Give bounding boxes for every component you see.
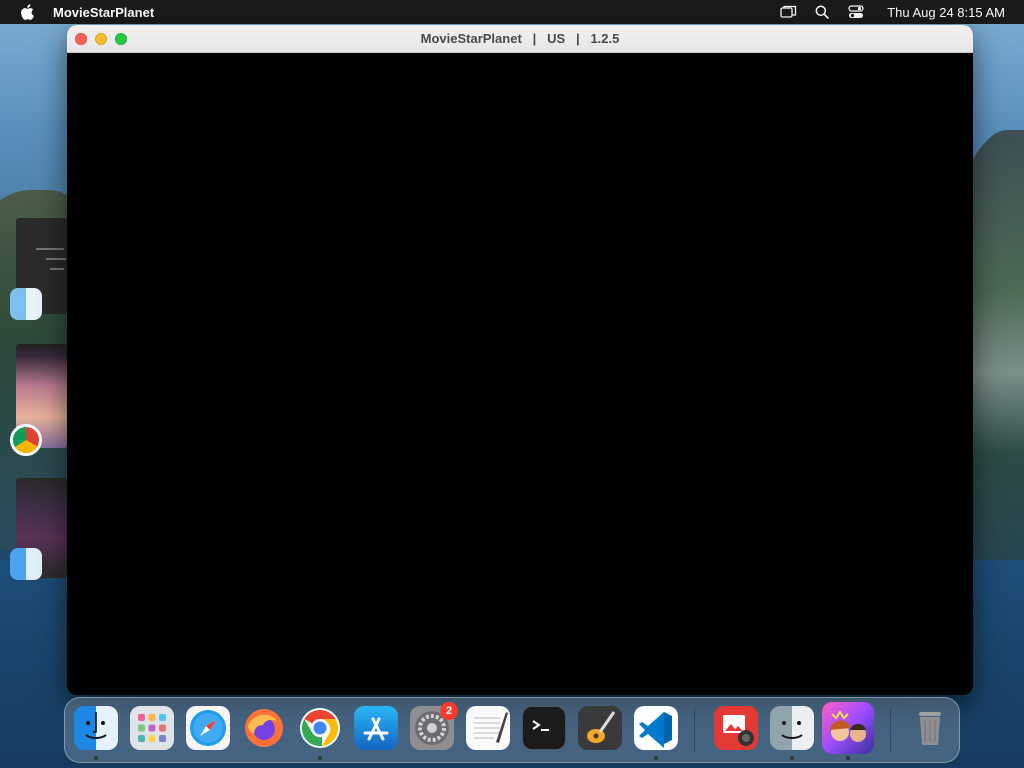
vscode-icon[interactable] <box>634 706 678 750</box>
dock-separator <box>890 708 891 752</box>
chrome-icon <box>10 424 42 456</box>
traffic-lights <box>75 32 127 45</box>
game-content-area[interactable] <box>67 53 973 695</box>
moviestarplanet-icon[interactable] <box>822 702 874 754</box>
running-indicator <box>654 756 658 760</box>
running-indicator <box>318 756 322 760</box>
stage-manager-group-1[interactable] <box>10 218 67 320</box>
firefox-icon[interactable] <box>242 706 286 750</box>
launchpad-icon[interactable] <box>130 706 174 750</box>
finder-icon[interactable] <box>74 706 118 750</box>
menubar-clock[interactable]: Thu Aug 24 8:15 AM <box>887 5 1005 20</box>
screen-mirroring-icon[interactable] <box>779 3 797 21</box>
safari-icon[interactable] <box>186 706 230 750</box>
active-app-name[interactable]: MovieStarPlanet <box>53 5 154 20</box>
control-center-icon[interactable] <box>847 3 865 21</box>
garageband-icon[interactable] <box>578 706 622 750</box>
stage-manager-group-3[interactable] <box>10 478 67 588</box>
system-preferences-icon[interactable]: 2 <box>410 702 458 750</box>
terminal-icon[interactable] <box>522 706 566 750</box>
apple-icon[interactable] <box>18 3 36 21</box>
running-indicator <box>790 756 794 760</box>
trash-icon[interactable] <box>908 706 952 750</box>
window-titlebar[interactable]: MovieStarPlanet | US | 1.2.5 <box>67 25 973 53</box>
notification-badge: 2 <box>440 702 458 720</box>
finder-icon <box>10 288 42 320</box>
photo-booth-icon[interactable] <box>714 706 758 750</box>
running-indicator <box>94 756 98 760</box>
menu-bar: MovieStarPlanet Thu Aug 24 8:15 AM <box>0 0 1024 24</box>
chrome-icon[interactable] <box>298 706 342 750</box>
minimize-button[interactable] <box>95 32 107 45</box>
running-indicator <box>846 756 850 760</box>
zoom-button[interactable] <box>115 32 127 45</box>
stage-manager-group-2[interactable] <box>10 344 67 456</box>
finder-icon[interactable] <box>770 706 814 750</box>
moviestarplanet-window[interactable]: MovieStarPlanet | US | 1.2.5 <box>67 25 973 695</box>
spotlight-search-icon[interactable] <box>813 3 831 21</box>
close-button[interactable] <box>75 32 87 45</box>
dock-separator <box>694 708 695 752</box>
dock: 2 <box>64 697 960 763</box>
app-store-icon[interactable] <box>354 706 398 750</box>
finder-icon <box>10 548 42 580</box>
textedit-icon[interactable] <box>466 706 510 750</box>
window-title: MovieStarPlanet | US | 1.2.5 <box>420 31 620 46</box>
